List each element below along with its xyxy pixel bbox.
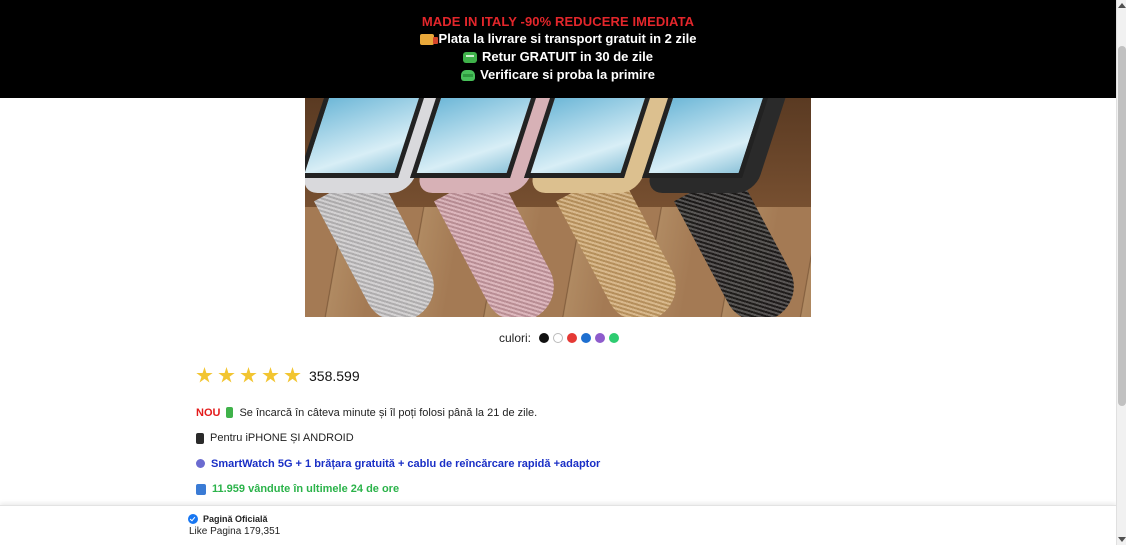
promo-line-return: Retur GRATUIT in 30 de zile [0,48,1116,66]
official-page-label: Pagină Oficială [203,514,268,524]
promo-headline: MADE IN ITALY -90% REDUCERE IMEDIATA [421,14,695,29]
phone-icon [196,432,204,444]
rating-count: 358.599 [309,367,360,384]
color-options: culori: [499,331,620,345]
color-dot-green[interactable] [609,333,620,343]
check-package-icon [461,69,476,81]
product-image [305,98,811,317]
feature-charge: NOU Se încarcă în câteva minute și îl po… [196,400,796,426]
scrollbar-thumb[interactable] [1118,46,1126,406]
return-icon [463,51,478,63]
feature-bundle: SmartWatch 5G + 1 brățara gratuită + cab… [196,451,796,477]
scroll-up-icon[interactable] [1118,3,1126,8]
promo-line-delivery: Plata la livrare si transport gratuit in… [0,30,1116,48]
watch-icon [196,459,205,469]
color-dot-blue[interactable] [581,333,592,343]
truck-icon [419,33,438,45]
feature-text: Se încarcă în câteva minute și îl poți f… [239,406,538,419]
star-icon [196,367,213,383]
promo-banner: MADE IN ITALY -90% REDUCERE IMEDIATA Pla… [0,0,1116,98]
page-scrollbar[interactable] [1116,0,1126,545]
rating: 358.599 [196,367,360,384]
feature-list: NOU Se încarcă în câteva minute și îl po… [196,400,796,502]
feature-text: SmartWatch 5G + 1 brățara gratuită + cab… [211,457,601,470]
color-dot-white[interactable] [553,333,564,343]
star-icon [284,367,301,383]
official-page-bar[interactable]: Pagină Oficială Like Pagina 179,351 [0,505,1116,545]
feature-compat: Pentru iPHONE ȘI ANDROID [196,426,796,452]
feature-text: 11.959 vândute în ultimele 24 de ore [212,483,400,496]
colors-label: culori: [499,331,532,345]
feature-sold: 11.959 vândute în ultimele 24 de ore [196,477,796,503]
battery-icon [226,407,234,419]
shopping-bags-icon [196,483,206,495]
color-dot-red[interactable] [567,333,578,343]
scroll-down-icon[interactable] [1118,537,1126,542]
color-dot-black[interactable] [539,333,550,343]
feature-text: Pentru iPHONE ȘI ANDROID [210,432,354,445]
promo-line-text: Retur GRATUIT in 30 de zile [482,49,653,64]
official-page-row: Pagină Oficială [188,514,268,524]
star-icon [240,367,257,383]
star-icon [262,367,279,383]
promo-line-text: Verificare si proba la primire [480,67,655,82]
star-icon [218,367,235,383]
color-dot-purple[interactable] [595,333,606,343]
page-likes: Like Pagina 179,351 [189,526,281,537]
verified-badge-icon [188,514,198,524]
new-badge: NOU [196,406,221,419]
promo-line-verify: Verificare si proba la primire [0,66,1116,84]
promo-line-text: Plata la livrare si transport gratuit in… [438,31,697,46]
